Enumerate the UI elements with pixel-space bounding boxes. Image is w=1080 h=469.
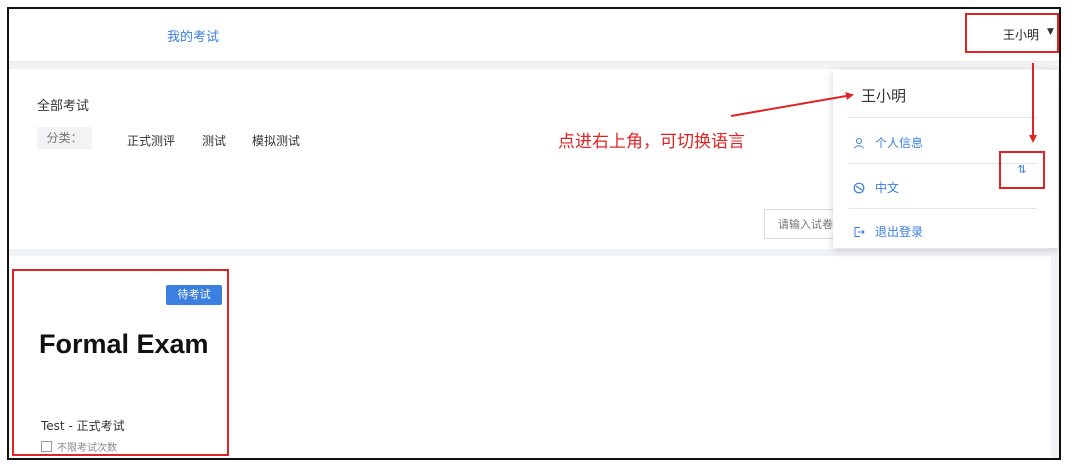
language-switch[interactable]: ⇅: [999, 151, 1045, 189]
logout-icon: [854, 226, 865, 237]
menu-item-label: 退出登录: [875, 225, 924, 239]
header-user-name: 王小明: [1003, 28, 1040, 42]
exam-card[interactable]: 待考试 Formal Exam Test - 正式考试 不限考试次数: [12, 269, 229, 456]
annotation-text: 点进右上角，可切换语言: [558, 132, 745, 152]
globe-icon: [853, 182, 865, 193]
nav-my-exams[interactable]: 我的考试: [167, 26, 219, 45]
person-icon: [854, 137, 864, 149]
attempts-text: 不限考试次数: [57, 443, 117, 454]
dropdown-user-name: 王小明: [861, 87, 907, 105]
exam-attempts: 不限考试次数: [41, 439, 117, 454]
top-navigation-bar: 我的考试 王小明 ▼: [9, 9, 1059, 62]
menu-item-profile[interactable]: 个人信息: [853, 134, 923, 151]
user-menu-trigger[interactable]: 王小明 ▼: [965, 13, 1059, 53]
menu-item-language[interactable]: 中文: [853, 179, 899, 196]
divider: [849, 208, 1037, 209]
section-title: 全部考试: [37, 99, 90, 114]
menu-item-label: 中文: [875, 181, 900, 195]
app-window: 我的考试 王小明 ▼ 全部考试 分类： 正式测评 测试 模拟测试 待考试 For…: [7, 7, 1061, 460]
search-input[interactable]: [764, 209, 840, 239]
menu-item-logout[interactable]: 退出登录: [853, 223, 923, 240]
chevron-down-icon: ▼: [1047, 27, 1054, 37]
user-dropdown-menu: 王小明 个人信息 中文 ⇅ 退出登录: [833, 70, 1058, 248]
category-test[interactable]: 测试: [202, 132, 226, 149]
divider: [849, 117, 1037, 118]
status-badge: 待考试: [166, 285, 222, 305]
exam-cover-title: Formal Exam: [39, 329, 209, 359]
exam-name: Test - 正式考试: [41, 419, 125, 433]
chart-icon: [41, 441, 52, 452]
category-label: 分类：: [37, 127, 92, 149]
category-formal-evaluation[interactable]: 正式测评: [127, 132, 175, 149]
menu-item-label: 个人信息: [875, 136, 924, 150]
switch-icon: ⇅: [1017, 163, 1027, 176]
category-mock-test[interactable]: 模拟测试: [252, 132, 300, 149]
